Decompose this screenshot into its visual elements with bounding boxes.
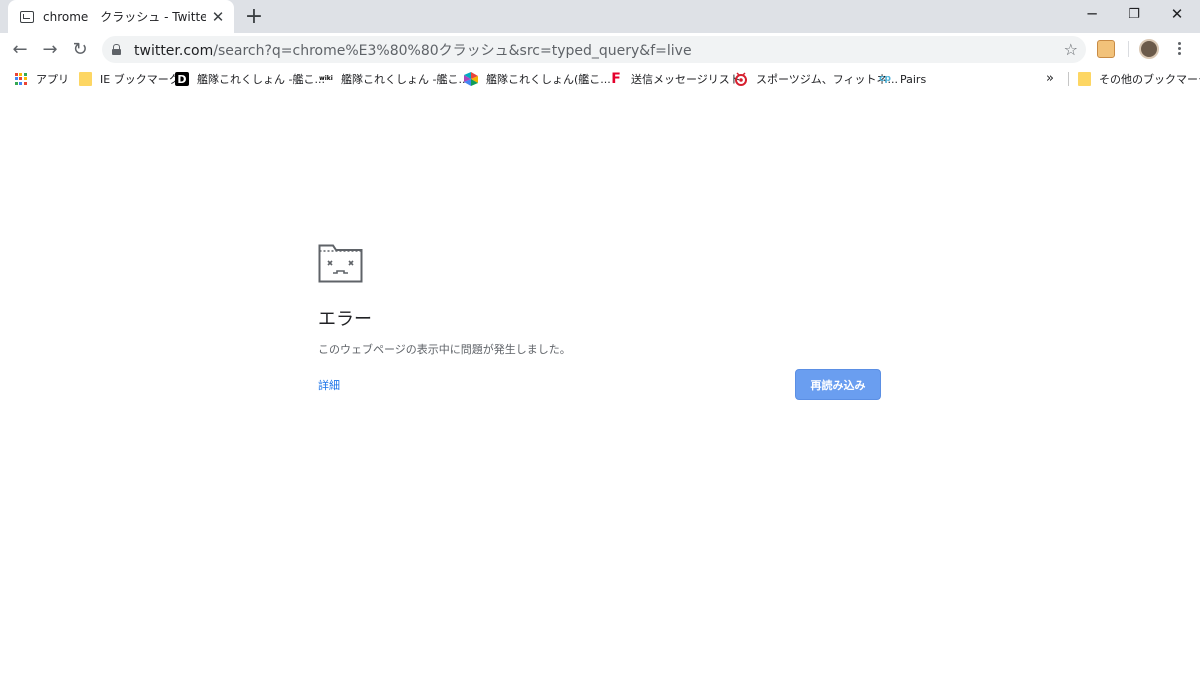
- url-text[interactable]: twitter.com/search?q=chrome%E3%80%80クラッシ…: [134, 40, 692, 60]
- bookmark-star-icon[interactable]: ☆: [1064, 40, 1078, 59]
- address-bar[interactable]: twitter.com/search?q=chrome%E3%80%80クラッシ…: [102, 36, 1086, 63]
- bookmark-label: 艦隊これくしょん -艦こ...: [341, 73, 469, 86]
- bookmark-messages[interactable]: F 送信メッセージリスト: [609, 70, 741, 88]
- bookmark-kancolle-1[interactable]: D 艦隊これくしょん -艦こ...: [175, 70, 325, 88]
- minimize-button[interactable]: ─: [1070, 0, 1114, 28]
- bookmark-label: 艦隊これくしょん(艦こ...: [486, 73, 611, 86]
- colorful-logo-icon: [464, 72, 478, 86]
- bookmark-pairs[interactable]: cp Pairs: [878, 70, 926, 88]
- bookmarks-divider: [1068, 72, 1069, 86]
- bookmark-gym[interactable]: スポーツジム、フィットネ...: [734, 70, 898, 88]
- back-button[interactable]: ←: [7, 36, 33, 62]
- sad-folder-icon: [318, 243, 363, 287]
- apps-grid-icon: [14, 72, 28, 86]
- profile-avatar[interactable]: [1139, 39, 1159, 59]
- bookmark-kancolle-2[interactable]: wiki 艦隊これくしょん -艦こ...: [319, 70, 469, 88]
- bookmark-label: スポーツジム、フィットネ...: [756, 73, 899, 86]
- bookmark-ie-folder[interactable]: IE ブックマーク: [78, 70, 180, 88]
- lock-icon[interactable]: [112, 44, 121, 55]
- other-bookmarks-folder[interactable]: その他のブックマーク: [1077, 70, 1200, 88]
- tab-strip: chrome クラッシュ - Twitter検索 / Tw ✕ + ─ ❐ ✕: [0, 0, 1200, 33]
- folder-icon: [1077, 72, 1091, 86]
- toolbar-divider: [1128, 41, 1129, 57]
- bookmark-label: アプリ: [36, 73, 69, 86]
- bookmark-kancolle-3[interactable]: 艦隊これくしょん(艦こ...: [464, 70, 611, 88]
- reload-button[interactable]: ↻: [67, 36, 93, 62]
- menu-icon[interactable]: [1170, 37, 1188, 59]
- d-logo-icon: D: [175, 72, 189, 86]
- restore-button[interactable]: ❐: [1112, 0, 1156, 28]
- bookmark-label: 艦隊これくしょん -艦こ...: [197, 73, 325, 86]
- tab-title: chrome クラッシュ - Twitter検索 / Tw: [43, 10, 206, 24]
- bookmark-apps[interactable]: アプリ: [14, 70, 69, 88]
- active-tab[interactable]: chrome クラッシュ - Twitter検索 / Tw ✕: [8, 0, 234, 33]
- broken-page-icon: [20, 10, 34, 23]
- url-host: twitter.com: [134, 42, 214, 59]
- gym-logo-icon: [734, 72, 748, 86]
- bookmarks-bar: アプリ IE ブックマーク D 艦隊これくしょん -艦こ... wiki 艦隊こ…: [0, 65, 1200, 93]
- toolbar: ← → ↻ twitter.com/search?q=chrome%E3%80%…: [0, 33, 1200, 65]
- error-title: エラー: [318, 309, 372, 330]
- bookmark-label: Pairs: [900, 72, 927, 86]
- folder-icon: [78, 72, 92, 86]
- bookmark-label: 送信メッセージリスト: [631, 73, 741, 86]
- pairs-logo-icon: cp: [879, 74, 891, 84]
- forward-button[interactable]: →: [37, 36, 63, 62]
- close-window-button[interactable]: ✕: [1155, 0, 1199, 28]
- url-path: /search?q=chrome%E3%80%80クラッシュ&src=typed…: [213, 42, 692, 59]
- bookmarks-overflow-button[interactable]: »: [1046, 71, 1054, 86]
- extension-icon[interactable]: [1097, 40, 1115, 58]
- close-icon[interactable]: ✕: [210, 8, 226, 26]
- other-bookmarks-label: その他のブックマーク: [1099, 73, 1200, 86]
- reload-page-button[interactable]: 再読み込み: [795, 369, 881, 400]
- new-tab-button[interactable]: +: [243, 4, 265, 29]
- error-message: このウェブページの表示中に問題が発生しました。: [318, 343, 571, 356]
- f-logo-icon: F: [611, 71, 621, 87]
- bookmark-label: IE ブックマーク: [100, 73, 180, 86]
- details-link[interactable]: 詳細: [318, 377, 340, 393]
- wiki-logo-icon: wiki: [319, 75, 333, 82]
